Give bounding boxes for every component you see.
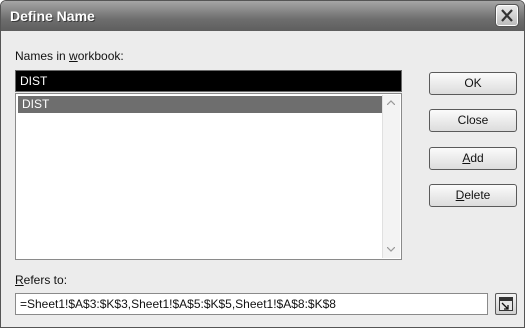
title-bar[interactable]: Define Name <box>1 1 524 31</box>
scroll-up-button[interactable] <box>383 95 399 111</box>
ok-button[interactable]: OK <box>429 72 517 95</box>
list-item[interactable]: DIST <box>18 96 383 113</box>
collapse-dialog-button[interactable] <box>495 293 517 315</box>
refers-to-input[interactable]: =Sheet1!$A$3:$K$3,Sheet1!$A$5:$K$5,Sheet… <box>15 293 488 315</box>
name-input[interactable]: DIST <box>15 70 402 92</box>
scroll-down-button[interactable] <box>383 242 399 258</box>
refers-to-label: Refers to: <box>15 273 68 287</box>
dialog-title: Define Name <box>10 8 95 24</box>
add-button[interactable]: Add <box>429 147 517 170</box>
names-listbox[interactable]: DIST <box>15 93 402 260</box>
close-button[interactable]: Close <box>429 109 517 132</box>
close-window-button[interactable] <box>495 4 519 27</box>
delete-button[interactable]: Delete <box>429 184 517 207</box>
listbox-scrollbar[interactable] <box>382 95 400 258</box>
names-in-workbook-label: Names in workbook: <box>15 49 124 63</box>
define-name-dialog: Define Name Names in workbook: DIST DIST <box>0 0 525 328</box>
